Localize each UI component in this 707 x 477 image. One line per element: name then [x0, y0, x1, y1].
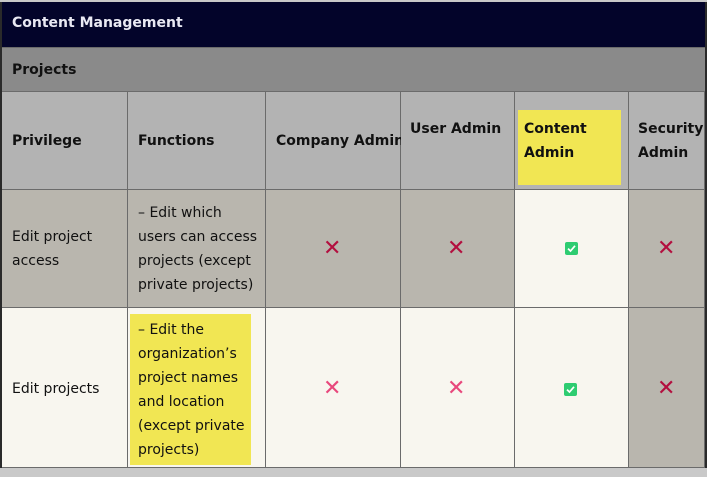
cross-icon: ✕ [657, 376, 676, 401]
checkmark-icon [565, 242, 578, 255]
section-header: Content Management [2, 2, 705, 47]
table-row-1-content-admin [515, 190, 629, 308]
row-1-privilege-line1: Edit project [12, 229, 93, 245]
table-row-2-content-admin [515, 308, 629, 468]
col-header-company-admin: Company Admin [266, 92, 405, 190]
cross-icon: ✕ [323, 236, 342, 261]
subsection-title: Projects [12, 62, 77, 78]
table-row-1-company-admin: ✕ [266, 190, 401, 308]
row-2-functions-line5: (except private [138, 418, 245, 434]
table-row-1-functions: – Edit which users can access projects (… [128, 190, 266, 308]
table-row-2-company-admin: ✕ [266, 308, 401, 468]
row-1-functions-line2: users can access [138, 229, 258, 245]
col-header-content-admin: Content Admin [515, 92, 629, 190]
cross-icon: ✕ [447, 376, 466, 401]
col-header-privilege: Privilege [2, 92, 128, 190]
row-2-privilege-line1: Edit projects [12, 381, 100, 397]
row-1-functions-line3: projects (except [138, 253, 251, 269]
col-header-user-admin-label: User Admin [410, 121, 502, 137]
table-row-2-user-admin: ✕ [401, 308, 515, 468]
col-header-security-admin-line1: Security [638, 121, 704, 137]
row-1-privilege-line2: access [12, 253, 60, 269]
col-header-functions: Functions [128, 92, 266, 190]
table-row-1-security-admin: ✕ [629, 190, 705, 308]
col-header-security-admin-line2: Admin [638, 145, 689, 161]
col-header-functions-label: Functions [138, 133, 215, 149]
row-2-functions-line2: organization’s [138, 346, 237, 362]
row-2-functions-line3: project names [138, 370, 239, 386]
col-header-company-admin-label: Company Admin [276, 133, 405, 149]
col-header-user-admin: User Admin [401, 92, 515, 190]
checkmark-icon [564, 383, 577, 396]
cross-icon: ✕ [657, 236, 676, 261]
table-row-1-user-admin: ✕ [401, 190, 515, 308]
row-2-functions-line4: and location [138, 394, 225, 410]
section-title: Content Management [12, 15, 183, 31]
row-1-functions-line1: – Edit which [138, 205, 222, 221]
table-row-1-privilege: Edit project access [2, 190, 128, 308]
subsection-header: Projects [2, 47, 705, 92]
row-2-functions-line6: projects) [138, 442, 200, 458]
table-row-2-security-admin: ✕ [629, 308, 705, 468]
col-header-security-admin: Security Admin [629, 92, 705, 190]
bottom-border [0, 468, 707, 477]
table-row-2-privilege: Edit projects [2, 308, 128, 468]
col-header-privilege-label: Privilege [12, 133, 82, 149]
row-1-functions-line4: private projects) [138, 277, 254, 293]
row-2-functions-line1: – Edit the [138, 322, 204, 338]
col-header-content-admin-line2: Admin [524, 145, 575, 161]
col-header-content-admin-line1: Content [524, 121, 587, 137]
cross-icon: ✕ [447, 236, 466, 261]
table-row-2-functions: – Edit the organization’s project names … [128, 308, 266, 468]
cross-icon: ✕ [323, 376, 342, 401]
